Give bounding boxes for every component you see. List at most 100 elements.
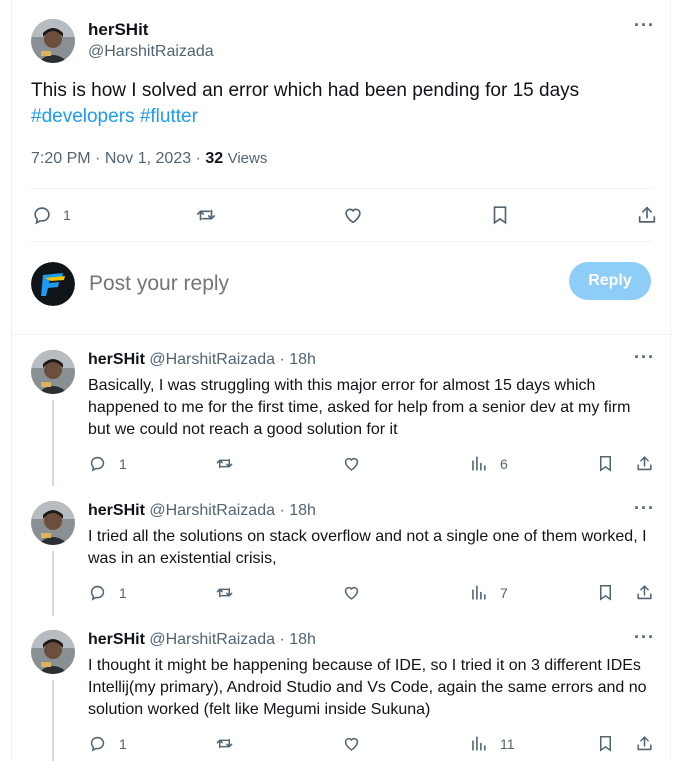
author-name[interactable]: herSHit bbox=[88, 631, 145, 648]
share-upload-icon bbox=[637, 736, 652, 751]
bookmark-button[interactable] bbox=[596, 454, 615, 473]
thread-line bbox=[52, 400, 54, 486]
post-age[interactable]: 18h bbox=[289, 351, 316, 368]
reply-actions: 1 7 bbox=[88, 583, 658, 607]
views-count: 32 bbox=[205, 150, 224, 167]
reply-header: herSHit @HarshitRaizada · 18h bbox=[88, 631, 316, 648]
speech-bubble-icon bbox=[90, 736, 105, 752]
heart-icon bbox=[344, 586, 359, 600]
speech-bubble-icon bbox=[90, 456, 105, 472]
views-count: 11 bbox=[500, 735, 515, 752]
more-dots-icon[interactable]: ··· bbox=[634, 348, 655, 366]
speech-bubble-icon bbox=[34, 207, 50, 225]
tweet-body: This is how I solved an error which had … bbox=[31, 80, 580, 101]
reply-input[interactable] bbox=[89, 268, 549, 300]
author-avatar[interactable] bbox=[31, 630, 75, 674]
reply-count: 1 bbox=[119, 455, 127, 472]
views-count: 6 bbox=[500, 455, 508, 472]
views-button[interactable]: 7 bbox=[469, 583, 508, 602]
repost-button[interactable] bbox=[195, 204, 217, 226]
repost-arrows-icon bbox=[216, 738, 233, 749]
reply-header: herSHit @HarshitRaizada · 18h bbox=[88, 351, 316, 368]
author-handle[interactable]: @HarshitRaizada bbox=[88, 43, 214, 61]
share-button[interactable] bbox=[635, 454, 654, 473]
bookmark-icon bbox=[599, 456, 612, 472]
reply-tweet[interactable]: herSHit @HarshitRaizada · 18h ··· Basica… bbox=[12, 336, 672, 486]
bookmark-icon bbox=[599, 736, 612, 752]
speech-bubble-icon bbox=[90, 585, 105, 601]
bookmark-icon bbox=[599, 585, 612, 601]
share-button[interactable] bbox=[635, 734, 654, 753]
bookmark-button[interactable] bbox=[596, 583, 615, 602]
share-upload-icon bbox=[638, 206, 656, 223]
bar-chart-icon bbox=[472, 736, 486, 751]
bookmark-icon bbox=[493, 206, 507, 225]
reply-count: 1 bbox=[119, 735, 127, 752]
thread-line bbox=[52, 551, 54, 616]
reply-button[interactable]: 1 bbox=[31, 204, 71, 226]
reply-actions: 1 6 bbox=[88, 454, 658, 478]
reply-actions: 1 11 bbox=[88, 734, 658, 758]
tweet-meta: 7:20 PM · Nov 1, 2023 · 32 Views bbox=[31, 150, 268, 167]
heart-icon bbox=[344, 737, 359, 751]
repost-arrows-icon bbox=[216, 458, 233, 469]
post-age[interactable]: 18h bbox=[289, 502, 316, 519]
reply-tweet[interactable]: herSHit @HarshitRaizada · 18h ··· I trie… bbox=[12, 487, 672, 616]
author-handle[interactable]: @HarshitRaizada bbox=[149, 631, 275, 648]
repost-arrows-icon bbox=[196, 209, 216, 221]
divider bbox=[31, 241, 653, 242]
bookmark-button[interactable] bbox=[596, 734, 615, 753]
bookmark-button[interactable] bbox=[489, 204, 511, 226]
share-button[interactable] bbox=[636, 204, 658, 226]
reply-tweet[interactable]: herSHit @HarshitRaizada · 18h ··· I thou… bbox=[12, 616, 672, 761]
views-button[interactable]: 6 bbox=[469, 454, 508, 473]
tweet-thread: herSHit @HarshitRaizada ··· This is how … bbox=[11, 0, 672, 761]
like-button[interactable] bbox=[342, 734, 361, 753]
more-dots-icon[interactable]: ··· bbox=[634, 16, 655, 34]
tweet-time[interactable]: 7:20 PM bbox=[31, 150, 91, 167]
heart-icon bbox=[344, 457, 359, 471]
share-button[interactable] bbox=[635, 583, 654, 602]
reply-count: 1 bbox=[119, 584, 127, 601]
views-button[interactable]: 11 bbox=[469, 734, 515, 753]
more-dots-icon[interactable]: ··· bbox=[634, 628, 655, 646]
reply-text: I thought it might be happening because … bbox=[88, 657, 647, 718]
author-name[interactable]: herSHit bbox=[88, 20, 148, 40]
reply-header: herSHit @HarshitRaizada · 18h bbox=[88, 502, 316, 519]
more-dots-icon[interactable]: ··· bbox=[634, 499, 655, 517]
reply-button[interactable]: 1 bbox=[88, 454, 127, 473]
author-handle[interactable]: @HarshitRaizada bbox=[149, 502, 275, 519]
author-handle[interactable]: @HarshitRaizada bbox=[149, 351, 275, 368]
reply-button[interactable]: 1 bbox=[88, 734, 127, 753]
hashtag-flutter[interactable]: #flutter bbox=[140, 106, 198, 127]
reply-composer: Reply bbox=[31, 262, 653, 306]
thread-line bbox=[52, 680, 54, 761]
heart-icon bbox=[345, 208, 361, 224]
hashtag-developers[interactable]: #developers bbox=[31, 106, 135, 127]
bar-chart-icon bbox=[472, 585, 486, 600]
reply-count: 1 bbox=[63, 207, 71, 223]
reply-button[interactable]: 1 bbox=[88, 583, 127, 602]
share-upload-icon bbox=[637, 585, 652, 600]
bar-chart-icon bbox=[472, 456, 486, 471]
author-name[interactable]: herSHit bbox=[88, 502, 145, 519]
like-button[interactable] bbox=[342, 583, 361, 602]
tweet-date[interactable]: Nov 1, 2023 bbox=[105, 150, 191, 167]
author-avatar[interactable] bbox=[31, 350, 75, 394]
reply-submit-button[interactable]: Reply bbox=[569, 262, 651, 300]
current-user-avatar[interactable] bbox=[31, 262, 75, 306]
reply-text: Basically, I was struggling with this ma… bbox=[88, 377, 631, 438]
like-button[interactable] bbox=[342, 204, 364, 226]
repost-button[interactable] bbox=[215, 583, 234, 602]
post-age[interactable]: 18h bbox=[289, 631, 316, 648]
author-avatar[interactable] bbox=[31, 501, 75, 545]
share-upload-icon bbox=[637, 456, 652, 471]
repost-button[interactable] bbox=[215, 734, 234, 753]
author-name[interactable]: herSHit bbox=[88, 351, 145, 368]
views-label: Views bbox=[227, 150, 268, 167]
author-avatar[interactable] bbox=[31, 19, 75, 63]
like-button[interactable] bbox=[342, 454, 361, 473]
repost-button[interactable] bbox=[215, 454, 234, 473]
repost-arrows-icon bbox=[216, 587, 233, 598]
views-count: 7 bbox=[500, 584, 508, 601]
